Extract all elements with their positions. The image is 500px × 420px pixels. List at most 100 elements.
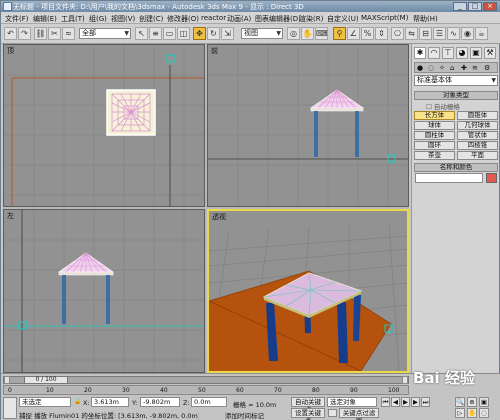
percent-snap-icon[interactable]: % [361,27,374,40]
layer-manager-icon[interactable]: ☰ [433,27,446,40]
bind-space-warp-icon[interactable]: ≈ [62,27,75,40]
goto-end-icon[interactable]: ⏭ [421,397,430,407]
modify-tab-icon[interactable]: ◠ [428,47,440,59]
object-button-torus[interactable]: 圆环 [414,141,455,150]
lock-selection-icon[interactable]: 🔒 [74,398,81,405]
mirror-icon[interactable]: ⇋ [405,27,418,40]
menu-customize[interactable]: 自定义(U) [327,14,359,24]
menu-file[interactable]: 文件(F) [5,14,29,24]
rollout-object-type[interactable]: 对象类型 [414,91,498,100]
align-icon[interactable]: ⊟ [419,27,432,40]
select-rotate-icon[interactable]: ↻ [207,27,220,40]
auto-key-button[interactable]: 自动关键点 [291,397,325,414]
field-of-view-icon[interactable]: ▷ [455,408,465,418]
object-button-plane[interactable]: 平面 [457,151,498,160]
zoom-icon[interactable]: 🔍 [455,397,465,407]
minimize-button[interactable]: _ [453,2,467,11]
track-bar[interactable]: 0 10 20 30 40 50 60 70 80 90 100 [3,385,409,395]
prev-frame-icon[interactable] [4,376,10,384]
utilities-tab-icon[interactable]: ⚒ [484,47,496,59]
select-object-icon[interactable]: ↖ [135,27,148,40]
menu-maxscript[interactable]: MAXScript(M) [361,14,408,22]
goto-start-icon[interactable]: ⏮ [381,397,390,407]
maximize-button[interactable]: □ [468,2,482,11]
menu-help[interactable]: 帮助(H) [413,14,438,24]
zoom-extents-icon[interactable]: ▣ [479,397,489,407]
create-tab-icon[interactable]: ✱ [414,47,426,59]
spinner-snap-icon[interactable]: ⇕ [375,27,388,40]
object-button-tube[interactable]: 管状体 [457,131,498,140]
select-move-icon[interactable]: ✥ [193,27,206,40]
geometry-icon[interactable]: ● [417,64,423,72]
menu-group[interactable]: 组(G) [89,14,107,24]
shapes-icon[interactable]: ◌ [428,64,434,72]
menu-create[interactable]: 创建(C) [139,14,163,24]
object-button-teapot[interactable]: 茶壶 [414,151,455,160]
menu-rendering[interactable]: 渲染(R) [299,14,323,24]
lights-icon[interactable]: ✧ [439,64,445,72]
menu-animation[interactable]: 动画(A) [227,14,251,24]
object-button-sphere[interactable]: 球体 [414,121,455,130]
prev-key-icon[interactable]: ◀ [391,397,400,407]
selection-filter-dropdown[interactable]: 全部 ▼ [79,28,131,39]
viewport-front[interactable]: 前 [207,44,409,207]
object-name-field[interactable] [415,173,483,183]
region-select-icon[interactable]: ▭ [163,27,176,40]
snap-toggle-icon[interactable]: ⚲ [333,27,346,40]
hierarchy-tab-icon[interactable]: ⊤ [442,47,454,59]
key-filters-button[interactable]: 关键点过滤器 [339,408,379,420]
menu-views[interactable]: 视图(V) [111,14,135,24]
menu-graph-editors[interactable]: 图表编辑器(D) [255,14,301,24]
y-coord-field[interactable]: -9.802m [140,397,180,407]
set-key-button[interactable]: 设置关键点 [291,408,325,420]
space-warps-icon[interactable]: ≋ [472,64,478,72]
display-tab-icon[interactable]: ▣ [470,47,482,59]
primitive-category-dropdown[interactable]: 标准基本体 ▼ [414,75,498,86]
zoom-all-icon[interactable]: ⊕ [467,397,477,407]
viewport-left[interactable]: 左 [3,209,205,373]
add-time-tag[interactable]: 添加时间标记 [225,410,264,420]
arc-rotate-icon[interactable]: ◌ [479,408,489,418]
undo-icon[interactable]: ↶ [4,27,17,40]
object-button-geosphere[interactable]: 几何球体 [457,121,498,130]
object-color-swatch[interactable] [486,173,497,183]
viewport-perspective[interactable]: 透视 [207,209,409,373]
menu-tools[interactable]: 工具(T) [61,14,85,24]
object-button-cylinder[interactable]: 圆柱体 [414,131,455,140]
redo-icon[interactable]: ↷ [18,27,31,40]
render-scene-icon[interactable]: ☕ [475,27,488,40]
next-key-icon[interactable]: ▶ [411,397,420,407]
pan-icon[interactable]: ✋ [467,408,477,418]
play-icon[interactable]: ▶ [401,397,410,407]
autogrid-checkbox[interactable]: ☐ 自动栅格 [426,101,460,111]
select-scale-icon[interactable]: ⇲ [221,27,234,40]
keyboard-shortcut-icon[interactable]: ⌨ [315,27,328,40]
helpers-icon[interactable]: ✚ [461,64,467,72]
z-coord-field[interactable]: 0.0m [191,397,227,407]
maxscript-listener-icon[interactable] [3,397,17,419]
unlink-icon[interactable]: ✂ [48,27,61,40]
angle-snap-icon[interactable]: ∠ [347,27,360,40]
motion-tab-icon[interactable]: ◕ [456,47,468,59]
object-button-pyramid[interactable]: 四棱锥 [457,141,498,150]
select-link-icon[interactable]: ⛓ [34,27,47,40]
x-coord-field[interactable]: 3.613m [91,397,129,407]
close-button[interactable]: × [483,2,497,11]
selected-set-dropdown[interactable]: 选定对象 [327,397,377,407]
viewport-top[interactable]: 顶 [3,44,205,207]
systems-icon[interactable]: ⚙ [484,64,490,72]
window-crossing-icon[interactable]: ◫ [177,27,190,40]
material-editor-icon[interactable]: ◉ [461,27,474,40]
menu-edit[interactable]: 编辑(E) [33,14,57,24]
named-selection-icon[interactable]: ⎔ [391,27,404,40]
time-slider-thumb[interactable]: 0 / 100 [24,376,68,384]
time-slider[interactable]: 0 / 100 [3,376,409,384]
key-icon[interactable] [328,409,337,417]
select-by-name-icon[interactable]: ≡ [149,27,162,40]
pivot-center-icon[interactable]: ◎ [287,27,300,40]
object-button-cone[interactable]: 圆锥体 [457,111,498,120]
rollout-name-color[interactable]: 名称和颜色 [414,163,498,172]
select-manipulate-icon[interactable]: ✋ [301,27,314,40]
menu-modifiers[interactable]: 修改器(O) [167,14,199,24]
menu-reactor[interactable]: reactor [201,14,226,22]
